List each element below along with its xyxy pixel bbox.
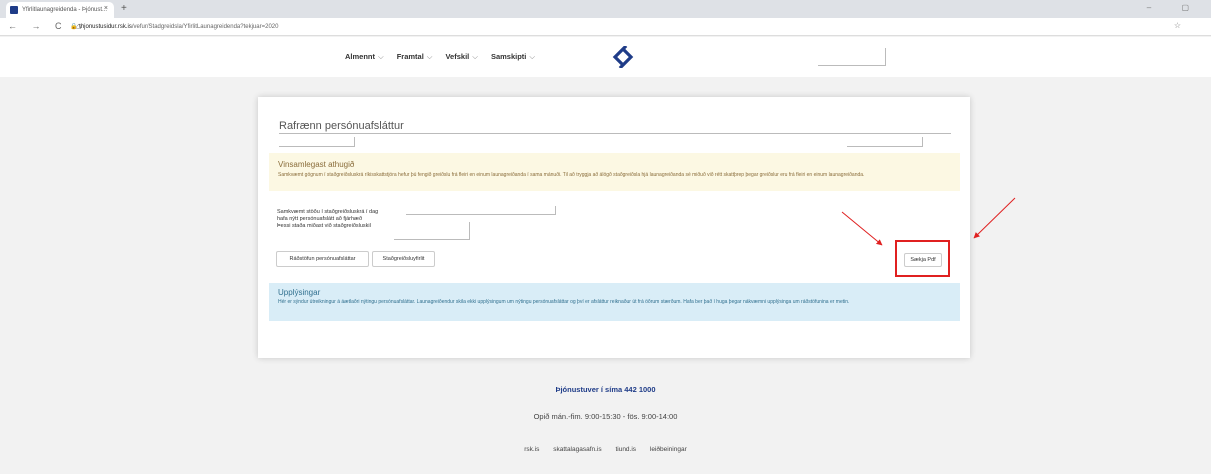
url-host: thjonustusidur.rsk.is xyxy=(79,24,132,30)
chevron-down-icon: ⌵ xyxy=(529,52,536,61)
status-line: Samkvæmt stöðu í staðgreiðsluskrá í dag xyxy=(277,209,379,215)
menu-item-framtal[interactable]: Framtal ⌵ xyxy=(397,52,433,62)
site-header: Almennt ⌵ Framtal ⌵ Vefskil ⌵ Samskipti ⌵ xyxy=(0,37,1211,77)
new-tab-icon[interactable]: + xyxy=(121,3,127,14)
menu-item-almennt[interactable]: Almennt ⌵ xyxy=(345,52,384,62)
page-title: Rafrænn persónuafsláttur xyxy=(279,120,404,132)
header-search-field[interactable] xyxy=(818,48,886,66)
menu-item-samskipti[interactable]: Samskipti ⌵ xyxy=(491,52,535,62)
footer-links: rsk.is skattalagasafn.is tiund.is leiðbe… xyxy=(0,446,1211,453)
allocation-button[interactable]: Ráðstöfun persónuafsláttar xyxy=(276,251,369,267)
window-controls[interactable]: – ▢ xyxy=(1147,3,1203,12)
download-pdf-button[interactable]: Sækja Pdf xyxy=(904,253,942,267)
tab-close-icon[interactable]: × xyxy=(104,5,108,12)
footer-link-tiund[interactable]: tiund.is xyxy=(615,446,636,453)
title-divider xyxy=(279,133,951,134)
site-favicon-icon xyxy=(10,6,18,14)
warning-heading: Vinsamlegast athugið xyxy=(278,160,355,169)
bookmark-star-icon[interactable]: ☆ xyxy=(1174,21,1181,30)
footer-link-guidance[interactable]: leiðbeiningar xyxy=(650,446,687,453)
tab-title: Yfirlitlaunagreidenda - Þjónust... xyxy=(22,7,108,13)
browser-tab[interactable]: Yfirlitlaunagreidenda - Þjónust... × xyxy=(6,2,114,18)
menu-item-vefskil[interactable]: Vefskil ⌵ xyxy=(445,52,477,62)
main-menu: Almennt ⌵ Framtal ⌵ Vefskil ⌵ Samskipti ⌵ xyxy=(345,37,535,77)
chevron-down-icon: ⌵ xyxy=(472,52,478,61)
left-field[interactable] xyxy=(279,137,355,147)
chevron-down-icon: ⌵ xyxy=(378,52,384,61)
url-field[interactable]: 🔒 thjonustusidur.rsk.is/vefur/Stadgreids… xyxy=(70,20,1190,34)
right-field[interactable] xyxy=(847,137,923,147)
status-line: hafa nýtt persónuafslátt að fjárhæð xyxy=(277,215,362,222)
content-card: Rafrænn persónuafsláttur Vinsamlegast at… xyxy=(258,97,970,358)
info-text: Hér er sýndur útreikningur á áætlaðri ný… xyxy=(278,299,850,305)
info-alert: Upplýsingar Hér er sýndur útreikningur á… xyxy=(269,283,960,321)
rsk-logo-icon[interactable] xyxy=(611,46,635,68)
warning-text: Samkvæmt gögnum í staðgreiðsluskrá ríkis… xyxy=(278,172,865,178)
opening-hours: Opið mán.-fim. 9:00-15:30 - fös. 9:00-14… xyxy=(533,412,678,421)
footer-link-skattalagasafn[interactable]: skattalagasafn.is xyxy=(553,446,601,453)
warning-alert: Vinsamlegast athugið Samkvæmt gögnum í s… xyxy=(269,153,960,191)
info-heading: Upplýsingar xyxy=(278,288,321,297)
status-line: Þessi staða miðast við staðgreiðsluskil xyxy=(277,222,371,229)
status-date-field[interactable] xyxy=(406,206,556,215)
withholding-overview-button[interactable]: Staðgreiðsluyfirlit xyxy=(372,251,435,267)
browser-tab-strip: Yfirlitlaunagreidenda - Þjónust... × + –… xyxy=(0,0,1211,18)
chevron-down-icon: ⌵ xyxy=(426,52,433,61)
footer-link-rsk[interactable]: rsk.is xyxy=(524,446,539,453)
arrow-right xyxy=(973,197,1016,239)
url-path: /vefur/Stadgreidsla/YfirlitLaunagreidend… xyxy=(131,24,279,30)
lock-icon: 🔒 xyxy=(70,24,78,30)
status-text: Samkvæmt stöðu í staðgreiðsluskrá í dag … xyxy=(277,209,378,229)
service-phone: Þjónustuver í síma 442 1000 xyxy=(555,385,656,394)
address-bar: ← → C ⌂ 🔒 thjonustusidur.rsk.is/vefur/St… xyxy=(0,18,1211,36)
status-amount-field[interactable] xyxy=(394,222,470,240)
